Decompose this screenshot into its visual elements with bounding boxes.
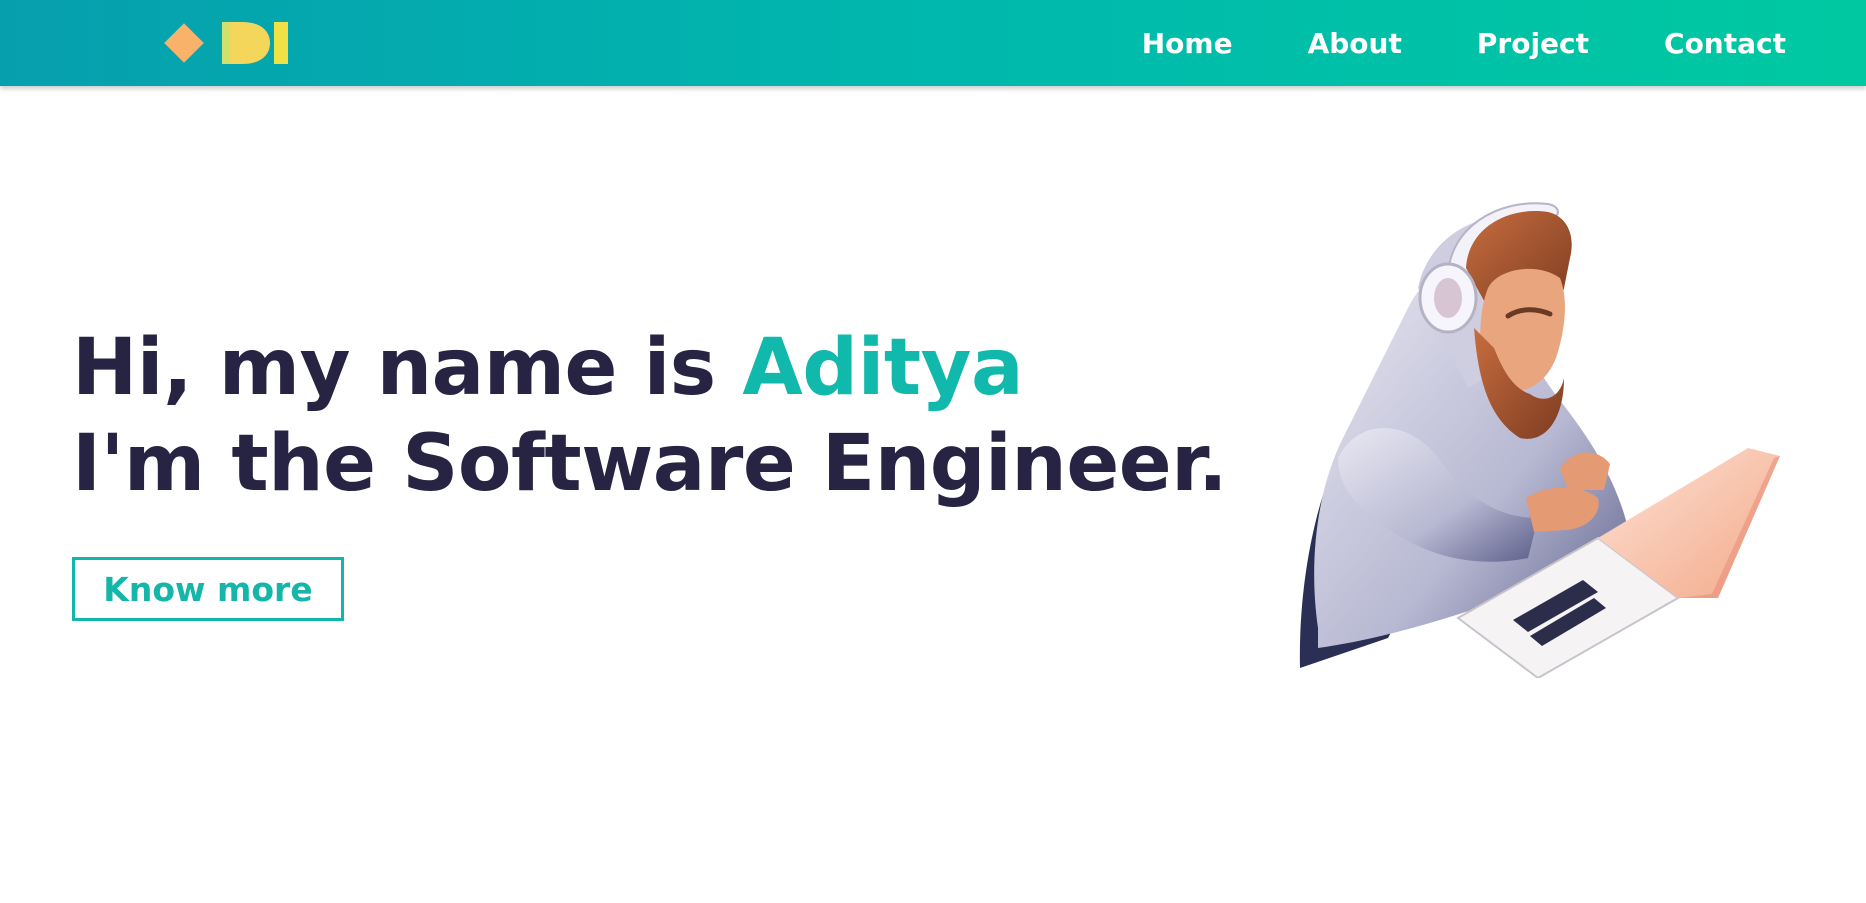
hero-greeting: Hi, my name is Aditya — [72, 320, 1252, 416]
hero-section: Hi, my name is Aditya I'm the Software E… — [72, 320, 1252, 512]
nav-about-link[interactable]: About — [1308, 27, 1402, 60]
nav-contact-link[interactable]: Contact — [1664, 27, 1786, 60]
nav-project-link[interactable]: Project — [1477, 27, 1589, 60]
know-more-button[interactable]: Know more — [72, 557, 344, 621]
hero-role: I'm the Software Engineer. — [72, 419, 1228, 509]
developer-with-laptop-illustration — [1299, 202, 1780, 678]
nav-links: Home About Project Contact — [1142, 0, 1786, 86]
hero-name: Aditya — [742, 323, 1024, 413]
navbar: Home About Project Contact — [0, 0, 1866, 86]
hero-greeting-prefix: Hi, my name is — [72, 323, 743, 413]
nav-home-link[interactable]: Home — [1142, 27, 1233, 60]
adi-logo-icon[interactable] — [164, 20, 288, 66]
